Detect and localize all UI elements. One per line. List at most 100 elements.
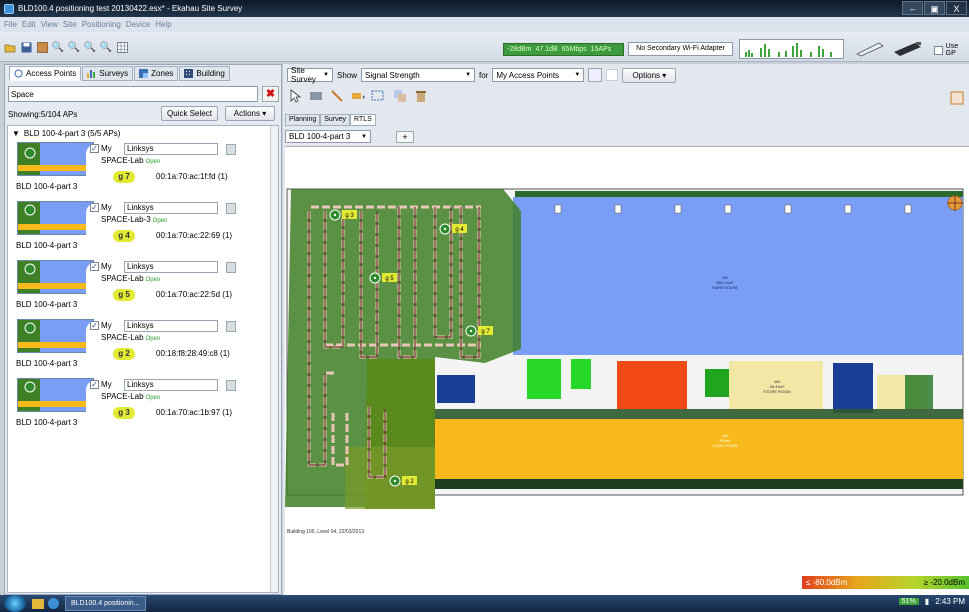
map-tool-icon[interactable]	[308, 88, 324, 104]
use-gps-label: Use GP	[945, 43, 959, 57]
ap-marker-g5[interactable]: g 5	[369, 272, 397, 284]
select-arrow-icon[interactable]	[287, 88, 303, 104]
settings-tool-icon[interactable]	[949, 90, 965, 106]
channel-badge: g 3	[113, 407, 135, 419]
my-ap-checkbox[interactable]	[90, 203, 99, 212]
zoom-out-icon[interactable]: 🔍	[68, 41, 80, 53]
tab-building[interactable]: Building	[179, 66, 230, 81]
my-ap-checkbox[interactable]	[90, 321, 99, 330]
notes-icon[interactable]	[226, 380, 236, 391]
vendor-field[interactable]: Linksys	[124, 379, 218, 391]
visualization-select[interactable]: Signal Strength ▼	[361, 68, 476, 82]
zoom-reset-icon[interactable]: 🔍	[100, 41, 112, 53]
my-ap-toggle[interactable]: My	[90, 203, 112, 212]
use-gps-checkbox[interactable]	[934, 45, 943, 55]
measure-tool-icon[interactable]	[329, 88, 345, 104]
subtab-planning[interactable]: Planning	[285, 114, 321, 126]
collapse-triangle-icon[interactable]: ▼	[12, 129, 20, 138]
menu-bar: File Edit View Site Positioning Device H…	[0, 17, 969, 32]
my-ap-checkbox[interactable]	[90, 262, 99, 271]
add-floor-button[interactable]: +	[396, 131, 414, 143]
tray-clock[interactable]: 2:43 PM	[935, 597, 965, 606]
use-gps-toggle[interactable]: Use GP	[934, 43, 969, 57]
close-button[interactable]: X	[946, 1, 967, 15]
menu-help[interactable]: Help	[155, 20, 171, 29]
my-ap-toggle[interactable]: My	[90, 144, 112, 153]
notes-icon[interactable]	[226, 203, 236, 214]
actions-button[interactable]: Actions ▾	[225, 106, 275, 121]
secondary-adapter-box[interactable]: No Secondary Wi-Fi Adapter	[628, 42, 733, 56]
taskbar-app-button[interactable]: BLD100.4 positionin...	[65, 596, 146, 611]
zoom-fit-icon[interactable]: 🔍	[84, 41, 96, 53]
zoom-in-icon[interactable]: 🔍	[52, 41, 64, 53]
ap-marker-g4[interactable]: g 4	[439, 223, 467, 235]
notes-icon[interactable]	[226, 262, 236, 273]
maximize-button[interactable]: ▣	[924, 1, 945, 15]
ap-filter-select[interactable]: My Access Points ▼	[492, 68, 585, 82]
delete-tool-icon[interactable]	[413, 88, 429, 104]
mode-select[interactable]: Site Survey ▼	[287, 66, 333, 84]
wifi-adapter-icon[interactable]	[891, 40, 925, 58]
ap-list-scrollbar[interactable]	[270, 126, 278, 592]
vendor-field[interactable]: Linksys	[124, 143, 218, 155]
open-icon[interactable]	[4, 41, 16, 53]
ap-list-item[interactable]: My LinksysSPACE-LabOpen g 2 00:18:f8:28:49:…	[10, 317, 270, 375]
area-tool-icon[interactable]	[371, 88, 387, 104]
menu-view[interactable]: View	[41, 20, 58, 29]
menu-device[interactable]: Device	[126, 20, 150, 29]
save-icon[interactable]	[20, 41, 32, 53]
security-badge: Open	[152, 218, 168, 224]
my-ap-checkbox[interactable]	[90, 144, 99, 153]
svg-text:g 4: g 4	[455, 227, 464, 233]
vendor-field[interactable]: Linksys	[124, 261, 218, 273]
floor-plan-canvas[interactable]: 490 853.24m² WAREHOUSE 401 262m² LONG RO…	[285, 146, 969, 595]
tab-access-points[interactable]: Access Points	[9, 66, 82, 81]
subtab-survey[interactable]: Survey	[320, 114, 351, 126]
options-button[interactable]: Options ▾	[622, 67, 677, 83]
ap-list-item[interactable]: My LinksysSPACE-LabOpen g 5 00:1a:70:ac:22:…	[10, 258, 270, 316]
floor-select[interactable]: BLD 100-4-part 3 ▼	[285, 130, 371, 143]
ap-list-item[interactable]: My LinksysSPACE-Lab-3Open g 4 00:1a:70:ac:2…	[10, 199, 270, 257]
ap-list-item[interactable]: My LinksysSPACE-LabOpen g 3 00:1a:70:ac:1b:…	[10, 376, 270, 434]
minimize-button[interactable]: –	[902, 1, 923, 15]
my-ap-toggle[interactable]: My	[90, 262, 112, 271]
ap-search-input[interactable]	[8, 86, 258, 102]
grid-icon[interactable]	[36, 41, 48, 53]
menu-site[interactable]: Site	[63, 20, 77, 29]
access-point-icon	[14, 69, 23, 78]
start-button[interactable]	[4, 595, 26, 612]
zone-tool-icon[interactable]	[392, 88, 408, 104]
ap-floor: BLD 100-4-part 3	[16, 359, 78, 368]
notes-icon[interactable]	[226, 144, 236, 155]
tab-surveys[interactable]: Surveys	[82, 66, 134, 81]
refresh-icon[interactable]	[588, 68, 603, 82]
menu-positioning[interactable]: Positioning	[82, 20, 121, 29]
my-ap-checkbox[interactable]	[90, 380, 99, 389]
tab-zones[interactable]: Zones	[134, 66, 179, 81]
network-icon[interactable]: ▮	[925, 597, 929, 606]
notes-icon[interactable]	[226, 321, 236, 332]
taskbar-folder-icon[interactable]	[32, 598, 44, 609]
battery-percent[interactable]: 51%	[898, 598, 919, 605]
ap-list-item[interactable]: My LinksysSPACE-LabOpen g 7 00:1a:70:ac:1f:…	[10, 140, 270, 198]
surveys-icon	[87, 70, 96, 78]
vendor-field[interactable]: Linksys	[124, 202, 218, 214]
menu-edit[interactable]: Edit	[22, 20, 36, 29]
taskbar-ie-icon[interactable]	[48, 598, 59, 609]
ap-group-header[interactable]: ▼ BLD 100-4-part 3 (5/5 APs)	[12, 129, 120, 138]
ap-marker-g2[interactable]: g 2	[389, 475, 417, 487]
quick-select-button[interactable]: Quick Select	[161, 106, 218, 121]
menu-file[interactable]: File	[4, 20, 17, 29]
pen-tool-icon[interactable]	[853, 40, 887, 58]
my-ap-toggle[interactable]: My	[90, 380, 112, 389]
ap-floor: BLD 100-4-part 3	[16, 418, 78, 427]
ap-tool-icon[interactable]	[350, 88, 366, 104]
copy-icon[interactable]	[606, 69, 619, 81]
vendor-field[interactable]: Linksys	[124, 320, 218, 332]
clear-search-icon[interactable]: ✖	[262, 86, 279, 102]
subtab-rtls[interactable]: RTLS	[350, 114, 376, 126]
ap-marker-g7[interactable]: g 7	[465, 325, 493, 337]
ap-marker-g3[interactable]: g 3	[329, 209, 357, 221]
table-icon[interactable]	[116, 41, 128, 53]
my-ap-toggle[interactable]: My	[90, 321, 112, 330]
